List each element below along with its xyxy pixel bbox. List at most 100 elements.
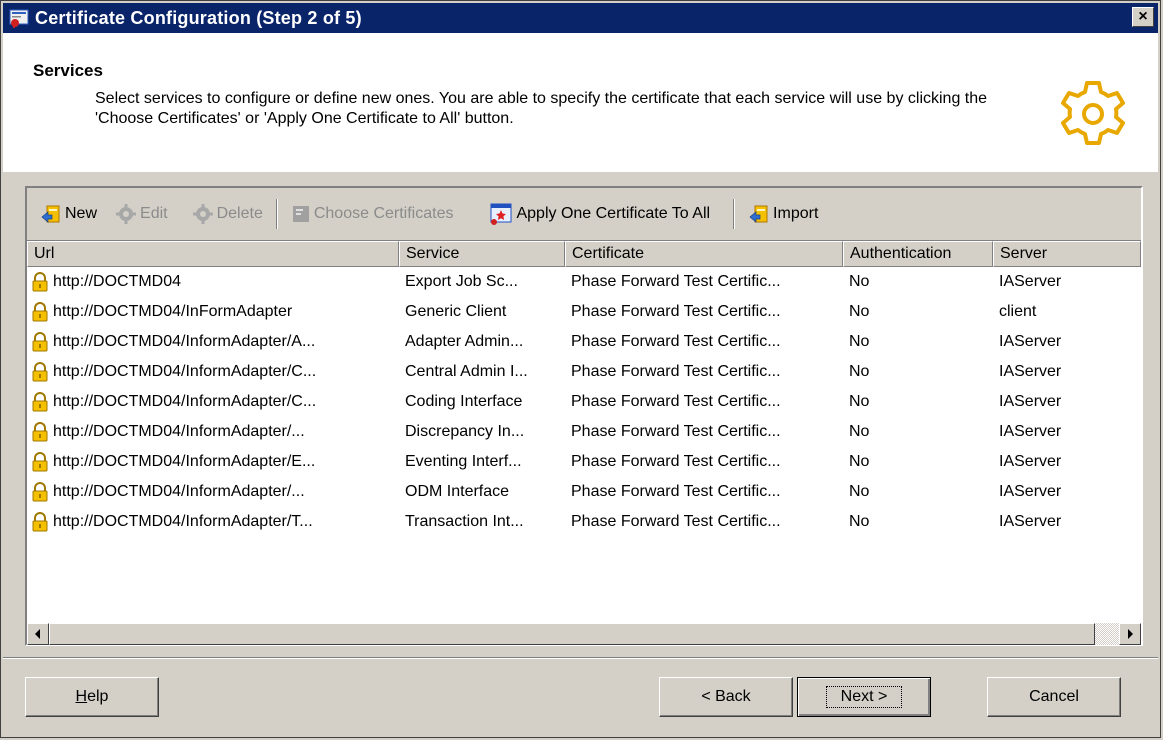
row-certificate: Phase Forward Test Certific... xyxy=(571,333,781,350)
next-button[interactable]: Next > xyxy=(797,677,931,717)
row-authentication: No xyxy=(849,453,870,470)
page-description: Select services to configure or define n… xyxy=(95,90,988,127)
row-authentication: No xyxy=(849,363,870,380)
row-url: http://DOCTMD04 xyxy=(53,273,182,290)
scrollbar-track[interactable] xyxy=(1095,623,1119,645)
lock-icon xyxy=(32,422,48,442)
table-row[interactable]: http://DOCTMD04/InformAdapter/E... Event… xyxy=(27,447,1141,477)
row-server: IAServer xyxy=(999,363,1062,380)
row-service: Generic Client xyxy=(405,303,507,320)
lock-icon xyxy=(32,482,48,502)
import-label: Import xyxy=(773,205,819,222)
row-certificate: Phase Forward Test Certific... xyxy=(571,393,781,410)
arrow-left-icon xyxy=(35,629,40,639)
page-title: Services xyxy=(33,61,103,80)
table-row[interactable]: http://DOCTMD04/InformAdapter/... ODM In… xyxy=(27,477,1141,507)
back-button[interactable]: < Back xyxy=(659,677,793,717)
row-service: Transaction Int... xyxy=(405,513,524,530)
table-row[interactable]: http://DOCTMD04/InformAdapter/C... Centr… xyxy=(27,357,1141,387)
choose-certificates-button[interactable]: Choose Certificates xyxy=(286,198,459,230)
lock-icon xyxy=(32,452,48,472)
apply-certificate-icon xyxy=(490,203,512,225)
gear-delete-icon xyxy=(192,204,213,224)
column-header-url[interactable]: Url xyxy=(27,241,399,267)
row-server: IAServer xyxy=(999,513,1062,530)
row-certificate: Phase Forward Test Certific... xyxy=(571,273,781,290)
column-header-authentication[interactable]: Authentication xyxy=(843,241,993,267)
row-service: Discrepancy In... xyxy=(405,423,525,440)
row-server: IAServer xyxy=(999,423,1062,440)
row-server: IAServer xyxy=(999,333,1062,350)
new-service-icon xyxy=(41,205,60,223)
services-list: Url Service Certificate Authentication S… xyxy=(27,240,1141,645)
row-server: IAServer xyxy=(999,483,1062,500)
help-button[interactable]: Help xyxy=(25,677,159,717)
scrollbar-thumb[interactable] xyxy=(49,623,1095,645)
table-row[interactable]: http://DOCTMD04 Export Job Sc... Phase F… xyxy=(27,267,1141,297)
row-authentication: No xyxy=(849,333,870,350)
row-service: ODM Interface xyxy=(405,483,510,500)
row-url: http://DOCTMD04/InformAdapter/C... xyxy=(53,363,317,380)
delete-label: Delete xyxy=(216,205,263,222)
services-panel: New Edit Delete Choose Certificates Appl… xyxy=(25,186,1143,646)
table-row[interactable]: http://DOCTMD04/InformAdapter/C... Codin… xyxy=(27,387,1141,417)
lock-icon xyxy=(32,512,48,532)
column-header-service[interactable]: Service xyxy=(399,241,565,267)
row-url: http://DOCTMD04/InformAdapter/E... xyxy=(53,453,316,470)
column-header-certificate[interactable]: Certificate xyxy=(565,241,843,267)
gear-icon xyxy=(1061,81,1125,145)
row-url: http://DOCTMD04/InformAdapter/T... xyxy=(53,513,313,530)
row-authentication: No xyxy=(849,513,870,530)
row-url: http://DOCTMD04/InformAdapter/A... xyxy=(53,333,316,350)
row-authentication: No xyxy=(849,273,870,290)
row-authentication: No xyxy=(849,483,870,500)
row-authentication: No xyxy=(849,423,870,440)
row-certificate: Phase Forward Test Certific... xyxy=(571,513,781,530)
row-service: Adapter Admin... xyxy=(405,333,524,350)
scroll-right-button[interactable] xyxy=(1119,623,1141,645)
scroll-left-button[interactable] xyxy=(27,623,49,645)
import-button[interactable]: Import xyxy=(743,198,823,230)
choose-certificates-label: Choose Certificates xyxy=(313,205,454,222)
close-button[interactable]: × xyxy=(1132,7,1154,27)
help-label: elp xyxy=(87,688,109,705)
toolbar-separator xyxy=(275,199,278,229)
row-authentication: No xyxy=(849,393,870,410)
header-divider xyxy=(3,171,1158,172)
lock-icon xyxy=(32,272,48,292)
lock-icon xyxy=(32,302,48,322)
delete-button[interactable]: Delete xyxy=(187,198,268,230)
help-accelerator: H xyxy=(75,688,88,705)
list-rows: http://DOCTMD04 Export Job Sc... Phase F… xyxy=(27,267,1141,537)
wizard-header: Services Select services to configure or… xyxy=(3,33,1158,172)
edit-button[interactable]: Edit xyxy=(110,198,173,230)
certificate-app-icon xyxy=(9,9,29,28)
row-server: IAServer xyxy=(999,393,1062,410)
new-label: New xyxy=(65,205,98,222)
certificate-configuration-dialog: Certificate Configuration (Step 2 of 5) … xyxy=(0,0,1161,738)
column-header-server[interactable]: Server xyxy=(993,241,1141,267)
row-url: http://DOCTMD04/InformAdapter/... xyxy=(53,423,305,440)
row-server: IAServer xyxy=(999,453,1062,470)
row-authentication: No xyxy=(849,303,870,320)
toolbar-separator xyxy=(733,199,736,229)
table-row[interactable]: http://DOCTMD04/InformAdapter/A... Adapt… xyxy=(27,327,1141,357)
horizontal-scrollbar[interactable] xyxy=(27,623,1141,645)
row-service: Eventing Interf... xyxy=(405,453,522,470)
table-row[interactable]: http://DOCTMD04/InformAdapter/T... Trans… xyxy=(27,507,1141,537)
import-icon xyxy=(749,205,768,223)
lock-icon xyxy=(32,332,48,352)
arrow-right-icon xyxy=(1128,629,1133,639)
list-header: Url Service Certificate Authentication S… xyxy=(27,241,1141,267)
services-toolbar: New Edit Delete Choose Certificates Appl… xyxy=(27,188,1141,240)
table-row[interactable]: http://DOCTMD04/InFormAdapter Generic Cl… xyxy=(27,297,1141,327)
row-certificate: Phase Forward Test Certific... xyxy=(571,363,781,380)
apply-one-certificate-button[interactable]: Apply One Certificate To All xyxy=(484,198,715,230)
table-row[interactable]: http://DOCTMD04/InformAdapter/... Discre… xyxy=(27,417,1141,447)
row-certificate: Phase Forward Test Certific... xyxy=(571,483,781,500)
cancel-button[interactable]: Cancel xyxy=(987,677,1121,717)
new-button[interactable]: New xyxy=(35,198,102,230)
row-service: Coding Interface xyxy=(405,393,523,410)
row-service: Central Admin I... xyxy=(405,363,528,380)
apply-one-certificate-label: Apply One Certificate To All xyxy=(516,205,711,222)
